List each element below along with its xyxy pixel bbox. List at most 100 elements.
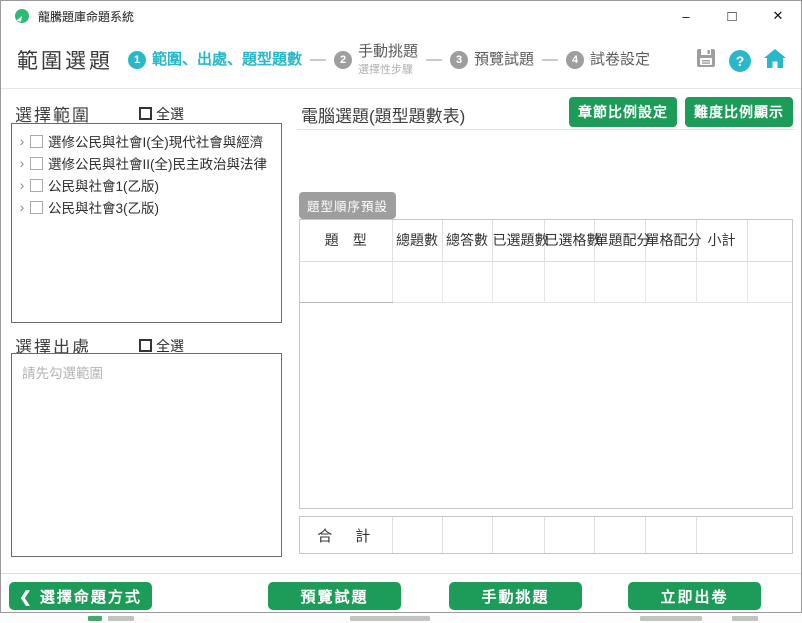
difficulty-ratio-button[interactable]: 難度比例顯示 <box>685 97 793 127</box>
col-points-per-question: 單題配分 <box>594 220 651 262</box>
background-window-fragment <box>640 616 702 621</box>
cell-subtotal[interactable] <box>696 261 748 303</box>
close-button[interactable]: ✕ <box>755 1 801 31</box>
app-logo-icon <box>14 8 30 24</box>
back-to-selection-mode-button[interactable]: ❮ 選擇命題方式 <box>9 582 152 610</box>
back-button-label: 選擇命題方式 <box>39 588 142 606</box>
total-cell <box>696 517 792 553</box>
tree-item-checkbox[interactable] <box>30 178 43 192</box>
table-header-row: 題 型 總題數 總答數 已選題數 已選格數 單題配分 單格配分 小計 <box>300 220 792 262</box>
cell-total-answers[interactable] <box>442 261 493 303</box>
range-tree: › 選修公民與社會I(全)現代社會與經濟 › 選修公民與社會II(全)民主政治與… <box>11 123 282 323</box>
total-row-table: 合 計 <box>299 516 793 554</box>
chevron-right-icon[interactable]: › <box>16 156 28 170</box>
col-total-answers: 總答數 <box>442 220 493 262</box>
background-window-fragment <box>350 616 430 621</box>
total-row: 合 計 <box>300 517 792 553</box>
cell-points-per-question[interactable] <box>594 261 646 303</box>
step-2-subtitle: 選擇性步驟 <box>358 63 414 76</box>
help-icon[interactable]: ? <box>729 49 751 72</box>
range-select-all-checkbox[interactable] <box>139 107 152 120</box>
page-title: 範圍選題 <box>17 50 113 73</box>
preview-questions-button[interactable]: 預覽試題 <box>268 582 401 610</box>
step-connector <box>310 59 327 61</box>
home-icon[interactable] <box>763 47 787 74</box>
tree-item[interactable]: › 公民與社會3(乙版) <box>16 196 277 218</box>
question-type-table: 題 型 總題數 總答數 已選題數 已選格數 單題配分 單格配分 小計 <box>299 219 793 509</box>
background-window-fragment <box>108 616 134 621</box>
step-1-circle: 1 <box>128 51 146 69</box>
maximize-button[interactable]: □ <box>709 1 755 31</box>
col-selected-blanks: 已選格數 <box>544 220 601 262</box>
step-connector <box>542 59 559 61</box>
tree-item-label: 選修公民與社會II(全)民主政治與法律 <box>48 157 267 172</box>
step-1-range[interactable]: 1 範圍、出處、題型題數 <box>128 51 302 69</box>
total-label: 合 計 <box>300 517 393 553</box>
question-type-order-preset-button[interactable]: 題型順序預設 <box>299 192 397 219</box>
stepper: 1 範圍、出處、題型題數 2 手動挑題 選擇性步驟 3 預覽試題 4 試卷設定 <box>128 31 650 89</box>
cell-selected-blanks[interactable] <box>544 261 595 303</box>
step-3-label: 預覽試題 <box>474 51 535 68</box>
desktop-strip <box>0 614 802 623</box>
save-icon[interactable] <box>695 47 717 74</box>
ratio-buttons: 章節比例設定 難度比例顯示 <box>569 97 793 127</box>
col-extra <box>747 220 792 262</box>
range-select-all-label: 全選 <box>156 105 184 122</box>
step-4-settings[interactable]: 4 試卷設定 <box>566 51 650 69</box>
table-row[interactable] <box>300 261 792 303</box>
col-question-type: 題 型 <box>300 220 393 262</box>
step-2-circle: 2 <box>334 51 353 69</box>
tree-item-label: 選修公民與社會I(全)現代社會與經濟 <box>48 135 264 150</box>
background-window-fragment <box>88 616 102 621</box>
tree-item-checkbox[interactable] <box>30 156 43 170</box>
computer-selection-title: 電腦選題(題型題數表) <box>301 107 466 126</box>
step-3-preview[interactable]: 3 預覽試題 <box>450 51 534 69</box>
total-cell <box>392 517 443 553</box>
tree-item[interactable]: › 公民與社會1(乙版) <box>16 174 277 196</box>
col-subtotal: 小計 <box>696 220 748 262</box>
chevron-left-icon: ❮ <box>19 588 34 606</box>
total-cell <box>544 517 595 553</box>
divider <box>297 129 795 130</box>
cell-question-type[interactable] <box>300 261 393 303</box>
page-header: 範圍選題 1 範圍、出處、題型題數 2 手動挑題 選擇性步驟 3 預覽試題 4 … <box>1 31 801 89</box>
cell-total-questions[interactable] <box>392 261 443 303</box>
generate-exam-button[interactable]: 立即出卷 <box>628 582 761 610</box>
window-controls: – □ ✕ <box>663 1 801 31</box>
total-cell <box>492 517 545 553</box>
chevron-right-icon[interactable]: › <box>16 134 28 148</box>
background-window-fragment <box>732 616 758 621</box>
step-connector <box>426 59 443 61</box>
chevron-right-icon[interactable]: › <box>16 200 28 214</box>
chevron-right-icon[interactable]: › <box>16 178 28 192</box>
cell-extra[interactable] <box>747 261 792 303</box>
tree-item[interactable]: › 選修公民與社會II(全)民主政治與法律 <box>16 152 277 174</box>
chapter-ratio-button[interactable]: 章節比例設定 <box>569 97 677 127</box>
manual-pick-button[interactable]: 手動挑題 <box>449 582 582 610</box>
tree-item-checkbox[interactable] <box>30 134 43 148</box>
step-2-manual-pick[interactable]: 2 手動挑題 選擇性步驟 <box>334 42 419 77</box>
step-2-label: 手動挑題 <box>358 42 419 60</box>
cell-points-per-blank[interactable] <box>645 261 697 303</box>
header-icons: ? <box>695 47 787 74</box>
range-select-all[interactable]: 全選 <box>139 104 184 124</box>
title-bar[interactable]: 龍騰題庫命題系統 – □ ✕ <box>1 1 801 31</box>
window-title: 龍騰題庫命題系統 <box>38 9 135 24</box>
step-1-label: 範圍、出處、題型題數 <box>152 51 303 68</box>
app-window: 龍騰題庫命題系統 – □ ✕ 範圍選題 1 範圍、出處、題型題數 2 手動挑題 <box>0 0 802 613</box>
source-select-all-checkbox[interactable] <box>139 339 152 352</box>
total-cell <box>645 517 697 553</box>
divider <box>1 573 801 574</box>
source-list[interactable]: 請先勾選範圍 <box>11 353 282 557</box>
screenshot-root: 龍騰題庫命題系統 – □ ✕ 範圍選題 1 範圍、出處、題型題數 2 手動挑題 <box>0 0 802 623</box>
col-selected-questions: 已選題數 <box>492 220 549 262</box>
tree-item-label: 公民與社會3(乙版) <box>48 201 159 216</box>
minimize-button[interactable]: – <box>663 1 709 31</box>
col-total-questions: 總題數 <box>392 220 443 262</box>
col-points-per-blank: 單格配分 <box>645 220 702 262</box>
tree-item[interactable]: › 選修公民與社會I(全)現代社會與經濟 <box>16 130 277 152</box>
source-placeholder: 請先勾選範圍 <box>22 366 103 381</box>
tree-item-checkbox[interactable] <box>30 200 43 214</box>
total-cell <box>442 517 493 553</box>
cell-selected-questions[interactable] <box>492 261 545 303</box>
